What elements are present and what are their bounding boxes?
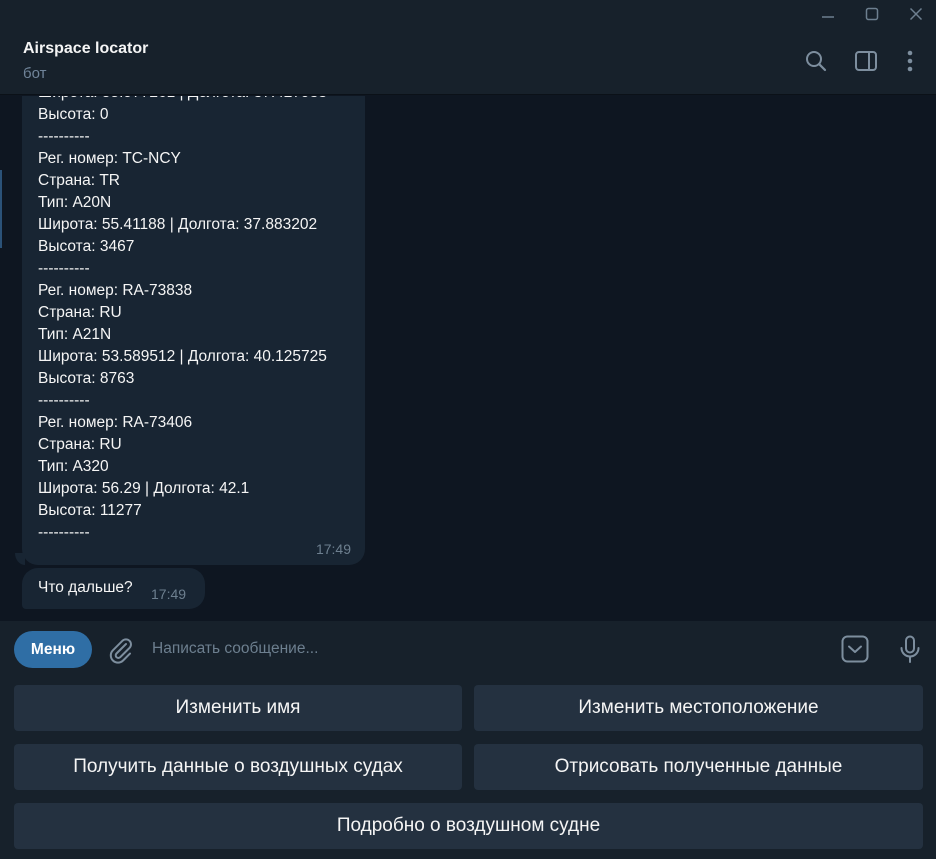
chat-header[interactable]: Airspace locator бот [0, 28, 936, 95]
maximize-button[interactable] [850, 0, 894, 28]
message-line: Рег. номер: RA-73838 [38, 282, 193, 299]
minimize-button[interactable] [806, 0, 850, 28]
voice-message-button[interactable] [895, 634, 925, 664]
message-line: Широта: 53.589512 | Долгота: 40.125725 [38, 348, 327, 365]
maximize-icon [865, 7, 879, 21]
chat-history[interactable]: Широта: 55.977261 | Долгота: 37.427933 Вы… [0, 96, 936, 621]
selection-marker [0, 170, 2, 248]
message-time: 17:49 [315, 541, 351, 557]
message-line: Высота: 0 [38, 106, 109, 123]
sidebar-toggle-icon [855, 51, 877, 71]
message-line: Рег. номер: RA-73406 [38, 414, 193, 431]
more-vertical-icon [907, 50, 913, 72]
message-bubble-next[interactable]: Что дальше? 17:49 [22, 568, 205, 609]
close-window-button[interactable] [894, 0, 936, 28]
message-line: Тип: A21N [38, 326, 112, 343]
message-input[interactable] [152, 633, 822, 665]
message-line: Страна: RU [38, 304, 122, 321]
aircraft-details-button[interactable]: Подробно о воздушном судне [14, 803, 923, 849]
message-line: Широта: 55.41188 | Долгота: 37.883202 [38, 216, 318, 233]
bot-keyboard-button[interactable] [840, 634, 870, 664]
paperclip-icon [109, 638, 132, 664]
message-line: ---------- [38, 524, 90, 541]
message-line: ---------- [38, 128, 90, 145]
message-line: Страна: TR [38, 172, 120, 189]
composer: Меню Изменить имя Изменить местоположени… [0, 621, 936, 859]
message-line: ---------- [38, 260, 90, 277]
change-location-button[interactable]: Изменить местоположение [474, 685, 923, 731]
bot-menu-button[interactable]: Меню [14, 631, 92, 668]
message-time: 17:49 [151, 586, 187, 602]
chat-subtitle: бот [23, 65, 47, 82]
message-text: Широта: 55.977261 | Долгота: 37.427933 Вы… [38, 96, 327, 544]
attach-button[interactable] [105, 635, 135, 665]
bot-keyboard-icon [841, 635, 869, 663]
message-text: Что дальше? [38, 579, 133, 596]
more-button[interactable] [897, 48, 923, 74]
message-line: ---------- [38, 392, 90, 409]
message-line: Страна: RU [38, 436, 122, 453]
search-button[interactable] [803, 48, 829, 74]
message-line: Рег. номер: TC-NCY [38, 150, 181, 167]
message-line: Широта: 56.29 | Долгота: 42.1 [38, 480, 250, 497]
message-line: Высота: 3467 [38, 238, 135, 255]
window-titlebar [0, 0, 936, 28]
message-line: Тип: A320 [38, 458, 109, 475]
message-line: Тип: A20N [38, 194, 112, 211]
minimize-icon [822, 16, 834, 18]
microphone-icon [900, 635, 920, 663]
change-name-button[interactable]: Изменить имя [14, 685, 462, 731]
draw-data-button[interactable]: Отрисовать полученные данные [474, 744, 923, 790]
message-line: Широта: 55.977261 | Долгота: 37.427933 [38, 96, 327, 104]
sidebar-toggle-button[interactable] [853, 48, 879, 74]
chat-title: Airspace locator [23, 40, 149, 57]
search-icon [806, 51, 827, 72]
message-line: Высота: 11277 [38, 502, 142, 519]
message-line: Высота: 8763 [38, 370, 135, 387]
bubble-tail [15, 553, 25, 565]
get-aircraft-data-button[interactable]: Получить данные о воздушных судах [14, 744, 462, 790]
close-icon [909, 7, 923, 21]
message-bubble-flights[interactable]: Широта: 55.977261 | Долгота: 37.427933 Вы… [15, 96, 365, 565]
